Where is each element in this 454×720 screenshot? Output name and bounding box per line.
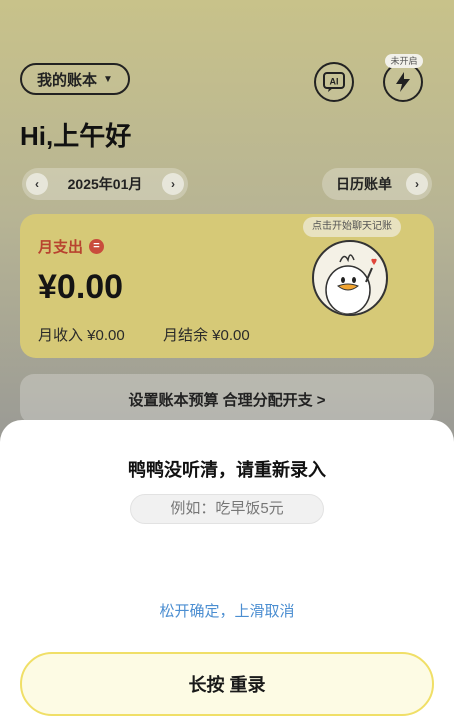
caret-down-icon: ▼ bbox=[103, 73, 113, 85]
calendar-bill-button[interactable]: 日历账单 › bbox=[322, 168, 432, 200]
prev-month-button[interactable]: ‹ bbox=[26, 173, 48, 195]
expense-amount: ¥0.00 bbox=[38, 268, 124, 306]
quick-record-button[interactable] bbox=[383, 62, 423, 102]
example-hint: 例如：吃早饭5元 bbox=[130, 494, 324, 524]
equal-circle-icon: = bbox=[89, 239, 105, 254]
chat-prompt-bubble: 点击开始聊天记账 bbox=[303, 217, 401, 237]
balance-summary: 月结余 ¥0.00 bbox=[163, 327, 250, 344]
sheet-title: 鸭鸭没听清，请重新录入 bbox=[128, 460, 326, 480]
lightning-icon bbox=[396, 72, 410, 92]
release-hint: 松开确定，上滑取消 bbox=[159, 603, 295, 620]
ai-assistant-button[interactable]: AI bbox=[314, 62, 354, 102]
expense-label: 月支出 bbox=[38, 239, 84, 256]
month-selector: ‹ 2025年01月 › bbox=[22, 168, 188, 200]
duck-mascot-button[interactable] bbox=[312, 240, 388, 316]
chevron-right-icon: › bbox=[406, 173, 428, 195]
next-month-button[interactable]: › bbox=[162, 173, 184, 195]
ai-chat-icon: AI bbox=[323, 72, 345, 92]
expense-label-row: 月支出 = bbox=[38, 236, 105, 257]
greeting-title: Hi,上午好 bbox=[20, 121, 132, 151]
hold-to-rerecord-button[interactable]: 长按 重录 bbox=[20, 652, 434, 716]
ledger-selector-label: 我的账本 bbox=[37, 71, 98, 89]
duck-mascot-icon bbox=[325, 254, 377, 314]
budget-setup-banner[interactable]: 设置账本预算 合理分配开支 > bbox=[20, 374, 434, 424]
calendar-bill-label: 日历账单 bbox=[336, 176, 392, 192]
ledger-selector-button[interactable]: 我的账本 ▼ bbox=[20, 63, 130, 95]
svg-text:AI: AI bbox=[330, 77, 339, 87]
income-summary: 月收入 ¥0.00 bbox=[38, 327, 125, 344]
quick-record-status-badge: 未开启 bbox=[385, 54, 423, 68]
current-month: 2025年01月 bbox=[67, 176, 143, 192]
